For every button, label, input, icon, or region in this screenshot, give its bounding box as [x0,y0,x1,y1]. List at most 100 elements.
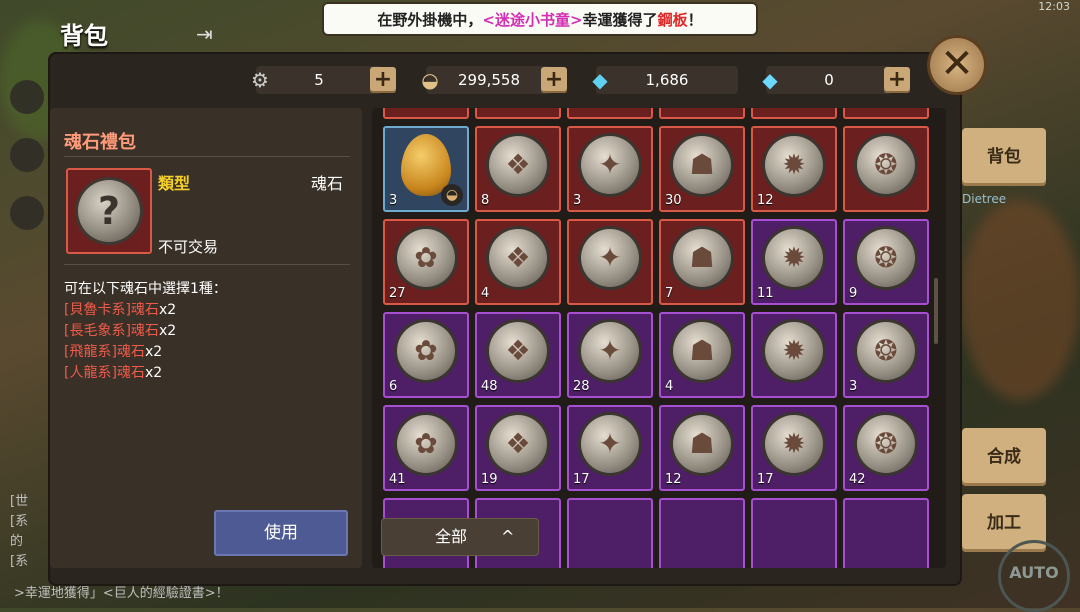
add-shell-button[interactable]: + [541,67,567,93]
creature-icon: ☗ [689,334,715,367]
soulstone-item-slot[interactable]: ❖ 8 [475,126,561,212]
close-icon[interactable]: ✕ [930,38,984,92]
chat-line: [系 [10,554,29,569]
soulstone-item-slot[interactable]: ❂ 42 [843,405,929,491]
option-line: [人龍系]魂石x2 [64,362,162,382]
item-count: 17 [573,472,590,487]
notice-text: ！ [687,10,703,29]
use-button[interactable]: 使用 [214,510,348,556]
egg-item-slot[interactable]: ◒ 3 [383,126,469,212]
creature-icon: ✦ [598,241,622,274]
soulstone-item-slot[interactable] [475,108,561,119]
gear-coin-icon: ⚙ [251,68,269,92]
soulstone-item-slot[interactable]: ❂ 9 [843,219,929,305]
soulstone-item-slot[interactable]: ☗ 30 [659,126,745,212]
filter-dropdown[interactable]: 全部 ^ [381,518,539,556]
soulstone-item-slot[interactable]: ❂ [843,126,929,212]
item-count: 30 [665,193,682,208]
soulstone-item-slot[interactable] [383,108,469,119]
soulstone-item-slot[interactable] [659,498,745,568]
type-value: 魂石 [311,174,344,193]
soulstone-item-slot[interactable]: ✦ 3 [567,126,653,212]
soulstone-item-slot[interactable]: ❖ 4 [475,219,561,305]
option-qty: x2 [158,302,177,318]
creature-icon: ☗ [689,427,715,460]
soulstone-item-slot[interactable]: ☗ 12 [659,405,745,491]
player-name: Dietree [962,192,1007,206]
creature-icon: ✹ [782,427,806,460]
soulstone-item-slot[interactable] [751,108,837,119]
creature-icon: ✹ [782,334,806,367]
currency-value: 5 [314,71,324,89]
soulstone-item-slot[interactable]: ✹ [751,312,837,398]
currency-value: 1,686 [645,71,689,89]
creature-icon: ❖ [505,334,531,367]
item-count: 12 [665,472,682,487]
option-name: [長毛象系]魂石 [64,323,159,339]
exit-icon[interactable]: ⇥ [196,22,218,46]
trade-restriction: 不可交易 [158,238,219,256]
item-count: 12 [757,193,774,208]
item-count: 9 [849,286,858,301]
soulstone-item-slot[interactable]: ☗ 4 [659,312,745,398]
notice-player: <迷途小书童> [482,10,583,29]
item-count: 27 [389,286,406,301]
soulstone-item-slot[interactable]: ✿ 41 [383,405,469,491]
soulstone-item-slot[interactable]: ❖ 48 [475,312,561,398]
soulstone-item-slot[interactable] [567,498,653,568]
side-shortcut[interactable] [10,196,44,230]
soulstone-item-slot[interactable] [843,108,929,119]
soulstone-item-slot[interactable]: ❖ 19 [475,405,561,491]
currency-locked-diamond: ◆ 1,686 [592,66,738,94]
locked-diamond-icon: ◆ [592,68,608,92]
soulstone-item-slot[interactable]: ❂ 3 [843,312,929,398]
tab-bag[interactable]: 背包 [962,128,1046,186]
add-diamond-button[interactable]: + [884,67,910,93]
item-count: 19 [481,472,498,487]
item-count: 11 [757,286,774,301]
side-shortcut[interactable] [10,138,44,172]
soulstone-item-slot[interactable]: ✹ 11 [751,219,837,305]
item-count: 42 [849,472,866,487]
item-count: 7 [665,286,674,301]
item-count: 3 [389,193,398,208]
soulstone-item-slot[interactable] [567,108,653,119]
grid-scrollbar[interactable] [934,278,938,344]
auto-button[interactable]: AUTO [998,540,1070,612]
option-line: [長毛象系]魂石x2 [64,320,176,340]
soulstone-item-slot[interactable]: ✦ 28 [567,312,653,398]
option-qty: x2 [158,323,177,339]
item-count: 3 [573,193,582,208]
notice-item: 鋼板 [657,10,688,29]
creature-icon: ✿ [414,427,438,460]
chat-line: >幸運地獲得」<巨人的經驗證書>！ [14,586,229,601]
divider [64,264,350,265]
soulstone-item-slot[interactable] [659,108,745,119]
creature-icon: ☗ [689,148,715,181]
item-count: 41 [389,472,406,487]
soulstone-item-slot[interactable]: ✦ [567,219,653,305]
inventory-grid[interactable]: ◒ 3 ❖ 8 ✦ 3 ☗ 30 ✹ 12 ❂ ✿ 27 ❖ 4 ✦ ☗ 7 ✹ 11 ❂ 9 ✿ 6 ❖ 48 ✦ 28 ☗ 4 ✹ ❂ 3 ✿… [372,108,946,568]
background-scenery [960,200,1080,400]
chat-line: [世 [10,494,29,509]
soulstone-item-slot[interactable] [843,498,929,568]
creature-icon: ✿ [414,241,438,274]
creature-icon: ✹ [782,148,806,181]
creature-icon: ❖ [505,427,531,460]
side-shortcut[interactable] [10,80,44,114]
soulstone-item-slot[interactable]: ✿ 27 [383,219,469,305]
currency-diamond: ◆ 0 [762,66,892,94]
creature-icon: ❖ [505,148,531,181]
soulstone-item-slot[interactable]: ✿ 6 [383,312,469,398]
soulstone-item-slot[interactable]: ☗ 7 [659,219,745,305]
filter-label: 全部 [435,527,468,546]
soulstone-item-slot[interactable]: ✦ 17 [567,405,653,491]
soulstone-item-slot[interactable] [751,498,837,568]
divider [64,156,350,157]
option-qty: x2 [144,365,163,381]
soulstone-item-slot[interactable]: ✹ 12 [751,126,837,212]
soulstone-item-slot[interactable]: ✹ 17 [751,405,837,491]
add-gear-button[interactable]: + [370,67,396,93]
creature-icon: ☗ [689,241,715,274]
tab-craft[interactable]: 合成 [962,428,1046,486]
